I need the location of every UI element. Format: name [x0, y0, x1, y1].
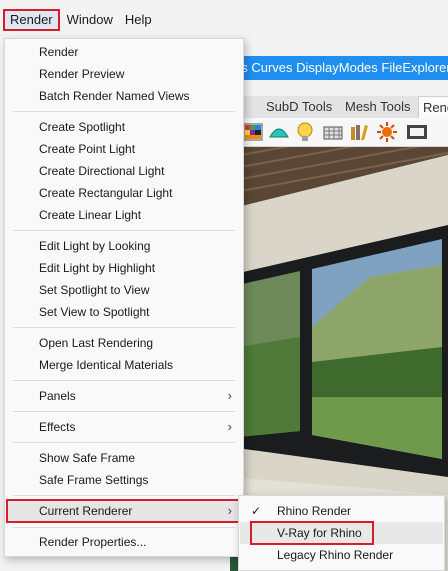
menu-item-label: Create Linear Light — [39, 208, 142, 222]
menu-item-edit-light-by-looking[interactable]: Edit Light by Looking — [6, 235, 242, 257]
light-bulb-icon[interactable] — [294, 121, 316, 143]
filmstrip-icon[interactable] — [406, 121, 428, 143]
menu-item-label: Batch Render Named Views — [39, 89, 190, 103]
menu-item-show-safe-frame[interactable]: Show Safe Frame — [6, 447, 242, 469]
menu-separator — [13, 442, 235, 443]
menu-item-label: Render Preview — [39, 67, 125, 81]
render-toolbar — [230, 118, 448, 147]
menu-help[interactable]: Help — [120, 9, 157, 31]
menu-item-render-preview[interactable]: Render Preview — [6, 63, 242, 85]
command-toolbar[interactable]: os Curves DisplayModes FileExplorer I — [230, 56, 448, 80]
menu-item-label: Show Safe Frame — [39, 451, 136, 465]
menu-separator — [13, 527, 235, 528]
menu-item-label: Safe Frame Settings — [39, 473, 149, 487]
menu-item-current-renderer[interactable]: Current Renderer › — [6, 499, 242, 523]
menu-item-label: Create Point Light — [39, 142, 136, 156]
menu-item-label: Current Renderer — [39, 504, 133, 518]
chevron-right-icon: › — [227, 503, 232, 518]
menu-item-label: Panels — [39, 389, 76, 403]
tab-mesh-tools[interactable]: Mesh Tools — [345, 99, 411, 114]
tab-render[interactable]: Rende — [418, 96, 448, 118]
renderer-item-rhino-render[interactable]: ✓ Rhino Render — [240, 500, 443, 522]
environment-dome-icon[interactable] — [268, 121, 290, 143]
render-menu: Render Render Preview Batch Render Named… — [4, 38, 244, 557]
chevron-right-icon: › — [227, 419, 232, 434]
menu-item-label: Merge Identical Materials — [39, 358, 174, 372]
menu-item-safe-frame-settings[interactable]: Safe Frame Settings — [6, 469, 242, 491]
menu-item-merge-identical-materials[interactable]: Merge Identical Materials — [6, 354, 242, 376]
tab-subd-tools[interactable]: SubD Tools — [266, 99, 332, 114]
menu-separator — [13, 411, 235, 412]
menu-item-edit-light-by-highlight[interactable]: Edit Light by Highlight — [6, 257, 242, 279]
renderer-item-legacy-rhino-render[interactable]: Legacy Rhino Render — [240, 544, 443, 566]
renderer-item-label: Legacy Rhino Render — [277, 548, 394, 562]
menu-item-label: Render Properties... — [39, 535, 147, 549]
texture-library-icon[interactable] — [348, 121, 370, 143]
ground-plane-icon[interactable] — [322, 121, 344, 143]
menu-item-label: Set Spotlight to View — [39, 283, 150, 297]
menu-separator — [13, 327, 235, 328]
menu-item-label: Render — [39, 45, 79, 59]
menu-item-create-spotlight[interactable]: Create Spotlight — [6, 116, 242, 138]
renderer-item-label: V-Ray for Rhino — [277, 526, 362, 540]
chevron-right-icon: › — [227, 388, 232, 403]
menu-separator — [13, 111, 235, 112]
menu-item-set-view-to-spotlight[interactable]: Set View to Spotlight — [6, 301, 242, 323]
command-toolbar-text[interactable]: os Curves DisplayModes FileExplorer I — [234, 60, 448, 75]
sun-icon[interactable] — [376, 121, 398, 143]
material-swatch-icon[interactable] — [242, 121, 264, 143]
menu-item-panels[interactable]: Panels › — [6, 385, 242, 407]
menu-item-effects[interactable]: Effects › — [6, 416, 242, 438]
current-renderer-submenu: ✓ Rhino Render V-Ray for Rhino Legacy Rh… — [238, 495, 445, 571]
menu-item-label: Effects — [39, 420, 76, 434]
menu-item-label: Open Last Rendering — [39, 336, 154, 350]
menu-item-create-directional-light[interactable]: Create Directional Light — [6, 160, 242, 182]
renderer-item-vray-for-rhino[interactable]: V-Ray for Rhino — [240, 521, 443, 545]
menu-item-set-spotlight-to-view[interactable]: Set Spotlight to View — [6, 279, 242, 301]
menu-separator — [13, 495, 235, 496]
menu-separator — [13, 380, 235, 381]
menu-item-open-last-rendering[interactable]: Open Last Rendering — [6, 332, 242, 354]
renderer-item-label: Rhino Render — [277, 504, 352, 518]
menu-item-label: Edit Light by Looking — [39, 239, 151, 253]
menu-item-render-properties[interactable]: Render Properties... — [6, 531, 242, 553]
menu-separator — [13, 230, 235, 231]
menu-window[interactable]: Window — [62, 9, 118, 31]
menu-item-create-rectangular-light[interactable]: Create Rectangular Light — [6, 182, 242, 204]
menu-item-create-linear-light[interactable]: Create Linear Light — [6, 204, 242, 226]
menu-item-batch-render-named-views[interactable]: Batch Render Named Views — [6, 85, 242, 107]
menu-render[interactable]: Render — [3, 8, 60, 31]
toolbar-tabs: s SubD Tools Mesh Tools Rende — [230, 96, 448, 118]
menu-item-create-point-light[interactable]: Create Point Light — [6, 138, 242, 160]
menu-item-render[interactable]: Render — [6, 41, 242, 63]
menu-item-label: Create Directional Light — [39, 164, 165, 178]
menu-bar: Render Window Help — [0, 0, 448, 39]
menu-item-label: Set View to Spotlight — [39, 305, 150, 319]
menu-item-label: Edit Light by Highlight — [39, 261, 156, 275]
menu-item-label: Create Spotlight — [39, 120, 126, 134]
menu-item-label: Create Rectangular Light — [39, 186, 173, 200]
checkmark-icon: ✓ — [251, 504, 262, 518]
